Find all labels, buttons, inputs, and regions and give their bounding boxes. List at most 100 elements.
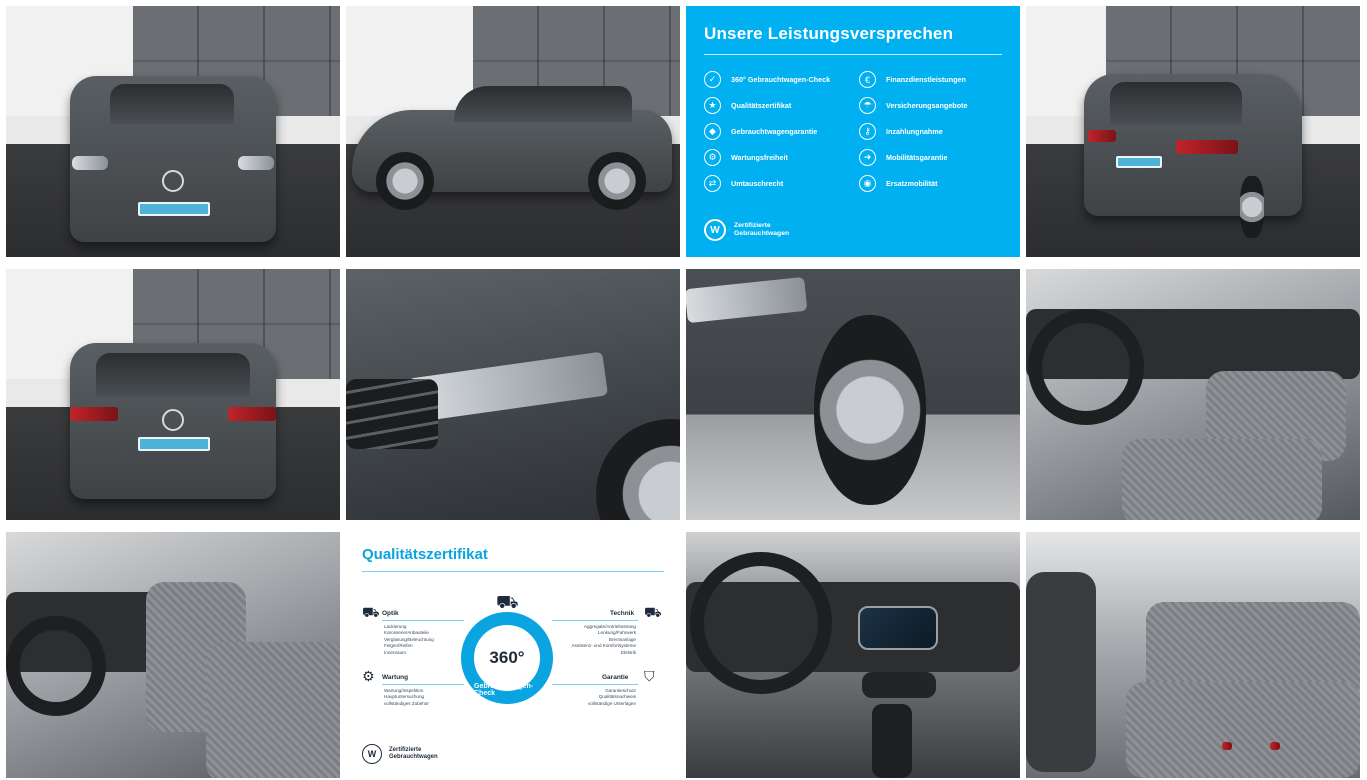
brand-line-1: Zertifizierte <box>734 221 771 229</box>
gear-shifter <box>872 704 912 778</box>
climate-panel <box>862 672 936 698</box>
brand-text: Zertifizierte Gebrauchtwagen <box>389 747 438 761</box>
certificate-icon: ★ <box>704 97 721 114</box>
steering-wheel <box>1028 309 1144 425</box>
promise-divider <box>704 54 1002 55</box>
front-wheel <box>814 315 926 505</box>
promise-item-label: Mobilitätsgarantie <box>886 153 948 162</box>
left-tail-lamp <box>70 407 118 421</box>
gallery-tile-side-view[interactable] <box>346 6 680 257</box>
vw-logo-icon <box>162 409 184 431</box>
gallery-tile-rear-three-quarter[interactable] <box>1026 6 1360 257</box>
gallery-tile-headlight-detail[interactable] <box>346 269 680 520</box>
insurance-icon: ☂ <box>859 97 876 114</box>
left-headlight <box>72 156 108 170</box>
list-item: Hauptuntersuchung <box>384 694 425 700</box>
front-wheel <box>376 152 434 210</box>
infotainment-screen <box>858 606 938 650</box>
key-icon: ⚷ <box>859 123 876 140</box>
list-item: Assistenz- und Komfortsysteme <box>571 643 636 649</box>
right-tail-lamp <box>1176 140 1238 154</box>
front-wheel <box>596 419 680 520</box>
replacement-car-icon: ◉ <box>859 175 876 192</box>
wrench-icon: ⚙ <box>362 668 375 684</box>
section-divider <box>382 684 464 685</box>
list-item: vollständige Unterlagen <box>587 700 636 706</box>
wrench-icon: ⚙ <box>704 149 721 166</box>
car-optics-icon: ⛟ <box>362 604 380 620</box>
promise-item: ⚷ Inzahlungnahme <box>859 123 1002 140</box>
front-grille <box>346 379 438 449</box>
license-plate <box>138 202 210 216</box>
passenger-seat <box>206 642 340 778</box>
vw-logo-icon: W <box>362 744 382 764</box>
left-tail-lamp <box>1088 130 1116 142</box>
garantie-list: Garantieschutz Qualitätsnachweis vollstä… <box>588 688 636 707</box>
driver-seat <box>1122 439 1322 520</box>
rear-window <box>96 353 250 397</box>
rear-wheel <box>588 152 646 210</box>
gallery-tile-dashboard[interactable] <box>686 532 1020 778</box>
promise-item-label: Wartungsfreiheit <box>731 153 788 162</box>
promise-item-label: Umtauschrecht <box>731 179 784 188</box>
gallery-tile-cockpit[interactable] <box>1026 269 1360 520</box>
promise-item-label: Versicherungsangebote <box>886 101 968 110</box>
brand-line-2: Gebrauchtwagen <box>734 230 790 237</box>
steering-wheel <box>690 552 832 694</box>
promise-item: ✓ 360° Gebrauchtwagen-Check <box>704 71 847 88</box>
finance-icon: € <box>859 71 876 88</box>
windshield <box>110 84 234 124</box>
wartung-list: Wartung/Inspektion Hauptuntersuchung vol… <box>384 688 429 707</box>
gallery-tile-front-view[interactable] <box>6 6 340 257</box>
technik-list: Aggregate/Antriebsstrang Lenkung/Fahrwer… <box>571 624 636 656</box>
section-technik: Technik <box>610 610 635 617</box>
promise-list: ✓ 360° Gebrauchtwagen-Check € Finanzdienst… <box>704 71 1002 192</box>
license-plate <box>138 437 210 451</box>
certified-brand: W Zertifizierte Gebrauchtwagen <box>704 219 789 241</box>
gallery-tile-wheel-detail[interactable] <box>686 269 1020 520</box>
certificate-divider <box>362 571 664 572</box>
car-check-icon: ✓ <box>704 71 721 88</box>
promise-item: € Finanzdienstleistungen <box>859 71 1002 88</box>
promise-item: ◆ Gebrauchtwagengarantie <box>704 123 847 140</box>
rear-bench-seat <box>1126 682 1360 778</box>
certificate-title: Qualitätszertifikat <box>362 546 488 563</box>
license-plate <box>1116 156 1162 168</box>
section-divider <box>552 620 638 621</box>
gallery-tile-certificate[interactable]: Qualitätszertifikat ⛟ Optik Lackierung K… <box>346 532 680 778</box>
rear-wheel <box>1240 176 1264 238</box>
promise-item: ⇄ Umtauschrecht <box>704 175 847 192</box>
gallery-tile-front-seats[interactable] <box>6 532 340 778</box>
badge-text: Gebrauchtwagen-Check <box>474 683 534 697</box>
gallery-tile-rear-view[interactable] <box>6 269 340 520</box>
car-technik-icon: ⛟ <box>644 604 662 620</box>
promise-item: ☂ Versicherungsangebote <box>859 97 1002 114</box>
photo-gallery: Unsere Leistungsversprechen ✓ 360° Gebrau… <box>6 6 1360 778</box>
side-windows <box>454 86 632 122</box>
right-headlight <box>238 156 274 170</box>
mobility-icon: ➜ <box>859 149 876 166</box>
exchange-icon: ⇄ <box>704 175 721 192</box>
promise-item-label: 360° Gebrauchtwagen-Check <box>731 75 831 84</box>
promise-item-label: Finanzdienstleistungen <box>886 75 966 84</box>
seatbelt-buckle <box>1222 742 1232 750</box>
promise-item-label: Gebrauchtwagengarantie <box>731 127 818 136</box>
vw-logo-icon <box>162 170 184 192</box>
list-item: vollständiges Zubehör <box>384 700 429 706</box>
check-badge: 360° Gebrauchtwagen-Check <box>461 612 553 704</box>
section-optik: Optik <box>382 610 399 617</box>
gallery-tile-promise[interactable]: Unsere Leistungsversprechen ✓ 360° Gebrau… <box>686 6 1020 257</box>
promise-title: Unsere Leistungsversprechen <box>704 24 954 43</box>
shield-check-icon: ⛉ <box>644 668 655 684</box>
headlight <box>686 276 808 324</box>
promise-item: ◉ Ersatzmobilität <box>859 175 1002 192</box>
steering-wheel <box>6 616 106 716</box>
promise-item: ➜ Mobilitätsgarantie <box>859 149 1002 166</box>
vw-logo-icon: W <box>704 219 726 241</box>
section-garantie: Garantie <box>602 674 629 681</box>
optik-list: Lackierung Karosserie/Anbauteile Verglas… <box>384 624 434 656</box>
front-seat-back <box>1026 572 1096 772</box>
promise-item-label: Ersatzmobilität <box>886 179 938 188</box>
gallery-tile-rear-seats[interactable] <box>1026 532 1360 778</box>
promise-item-label: Qualitätszertifikat <box>731 101 792 110</box>
